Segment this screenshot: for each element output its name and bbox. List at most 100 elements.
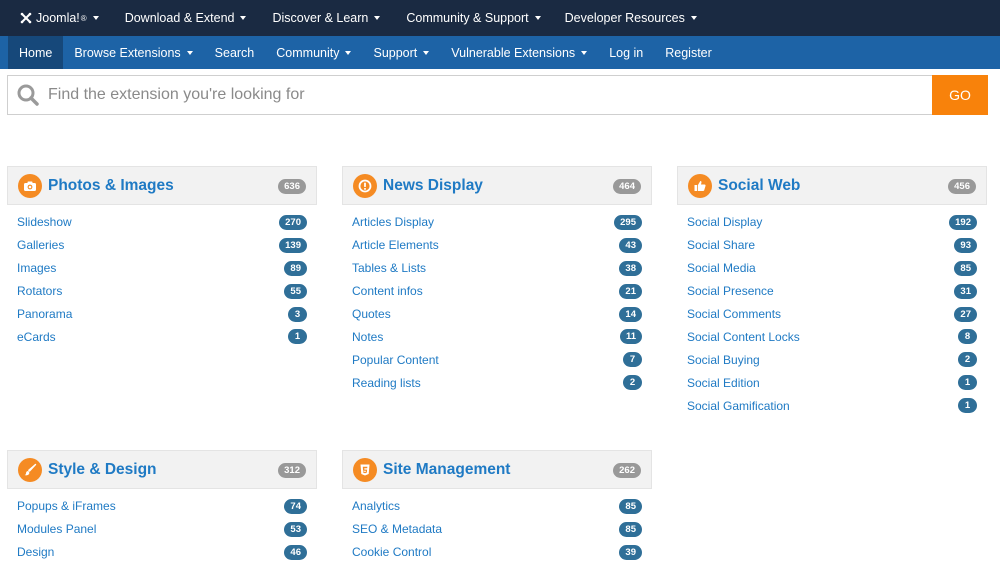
category-title: News Display — [383, 176, 483, 194]
count-badge: 11 — [619, 329, 642, 345]
subcategory-link[interactable]: Social Buying — [687, 353, 760, 367]
list-item: Social Buying 2 — [677, 348, 987, 371]
count-badge: 2 — [958, 352, 977, 368]
subcategory-link[interactable]: Social Edition — [687, 376, 760, 390]
subnav-register[interactable]: Register — [654, 36, 723, 69]
list-item: Modules Panel 53 — [7, 518, 317, 541]
subnav-search[interactable]: Search — [204, 36, 266, 69]
count-badge: 139 — [279, 237, 307, 253]
topnav-download-extend[interactable]: Download & Extend — [115, 0, 257, 36]
topnav-community-support[interactable]: Community & Support — [396, 0, 550, 36]
subcategory-link[interactable]: Content infos — [352, 284, 423, 298]
count-badge: 295 — [614, 214, 642, 230]
subcategory-link[interactable]: Design — [17, 545, 54, 559]
list-item: Popular Content 7 — [342, 348, 652, 371]
subcategory-link[interactable]: Social Comments — [687, 307, 781, 321]
subcategory-link[interactable]: Social Content Locks — [687, 330, 800, 344]
topnav-discover-learn[interactable]: Discover & Learn — [262, 0, 390, 36]
subcategory-link[interactable]: Social Presence — [687, 284, 774, 298]
go-button[interactable]: GO — [932, 75, 988, 115]
chevron-down-icon — [240, 16, 247, 20]
list-item: Social Comments 27 — [677, 303, 987, 326]
joomla-brand-menu[interactable]: Joomla! ® — [0, 0, 113, 36]
subcategory-link[interactable]: Popups & iFrames — [17, 499, 116, 513]
subcategory-link[interactable]: Galleries — [17, 238, 64, 252]
scroll-fade-overlay — [0, 562, 1000, 574]
list-item: Rotators 55 — [7, 280, 317, 303]
subcategory-link[interactable]: Social Share — [687, 238, 755, 252]
subnav-label: Search — [214, 45, 255, 60]
subnav-browse-extensions[interactable]: Browse Extensions — [63, 36, 203, 69]
count-badge: 8 — [958, 329, 977, 345]
count-badge: 270 — [279, 214, 307, 230]
subcategory-link[interactable]: Images — [17, 261, 56, 275]
count-badge: 93 — [954, 237, 977, 253]
count-badge: 85 — [619, 521, 642, 537]
list-item: Social Gamification 1 — [677, 394, 987, 417]
list-item: Social Edition 1 — [677, 371, 987, 394]
subcategory-link[interactable]: Tables & Lists — [352, 261, 426, 275]
category-total-badge: 456 — [948, 179, 976, 194]
subcategory-link[interactable]: Articles Display — [352, 215, 434, 229]
subnav-home[interactable]: Home — [8, 36, 64, 69]
subnav-vulnerable-extensions[interactable]: Vulnerable Extensions — [440, 36, 598, 69]
count-badge: 55 — [284, 283, 307, 299]
list-item: Analytics 85 — [342, 495, 652, 518]
list-item: Tables & Lists 38 — [342, 257, 652, 280]
subcategory-link[interactable]: Popular Content — [352, 353, 439, 367]
list-item: Content infos 21 — [342, 280, 652, 303]
subcategory-list: Popups & iFrames 74 Modules Panel 53 Desig… — [7, 495, 317, 564]
subcategory-list: Slideshow 270 Galleries 139 Images 89 Rotat… — [7, 211, 317, 348]
count-badge: 14 — [619, 306, 642, 322]
exclamation-icon — [353, 173, 377, 198]
category-header[interactable]: News Display 464 — [342, 166, 652, 205]
topnav-developer-resources[interactable]: Developer Resources — [555, 0, 707, 36]
list-item: Cookie Control 39 — [342, 541, 652, 564]
subcategory-link[interactable]: Panorama — [17, 307, 72, 321]
extension-search-bar: GO — [7, 75, 988, 115]
subcategory-link[interactable]: Slideshow — [17, 215, 72, 229]
category-header[interactable]: Site Management 262 — [342, 450, 652, 489]
subcategory-link[interactable]: Notes — [352, 330, 383, 344]
subcategory-link[interactable]: Social Display — [687, 215, 762, 229]
category-title: Photos & Images — [48, 176, 174, 194]
subcategory-link[interactable]: Social Gamification — [687, 399, 790, 413]
subcategory-list: Social Display 192 Social Share 93 Social … — [677, 211, 987, 417]
category-title: Social Web — [718, 176, 801, 194]
sub-navbar: Home Browse Extensions Search Community … — [0, 36, 1000, 69]
list-item: Social Media 85 — [677, 257, 987, 280]
chevron-down-icon — [186, 50, 193, 55]
subcategory-list: Analytics 85 SEO & Metadata 85 Cookie Cont… — [342, 495, 652, 564]
subcategory-link[interactable]: Modules Panel — [17, 522, 96, 536]
chevron-down-icon — [345, 50, 352, 55]
subcategory-link[interactable]: Analytics — [352, 499, 400, 513]
count-badge: 7 — [623, 352, 642, 368]
subcategory-link[interactable]: Quotes — [352, 307, 391, 321]
count-badge: 3 — [288, 306, 307, 322]
subnav-support[interactable]: Support — [362, 36, 440, 69]
subcategory-link[interactable]: Reading lists — [352, 376, 421, 390]
subcategory-link[interactable]: SEO & Metadata — [352, 522, 442, 536]
subcategory-link[interactable]: eCards — [17, 330, 56, 344]
list-item: Slideshow 270 — [7, 211, 317, 234]
subnav-log-in[interactable]: Log in — [598, 36, 654, 69]
list-item: SEO & Metadata 85 — [342, 518, 652, 541]
category-news-display: News Display 464 Articles Display 295 Art… — [342, 166, 652, 394]
category-header[interactable]: Style & Design 312 — [7, 450, 317, 489]
chevron-down-icon — [92, 16, 99, 20]
count-badge: 38 — [619, 260, 642, 276]
search-input[interactable] — [48, 76, 932, 114]
category-header[interactable]: Social Web 456 — [677, 166, 987, 205]
thumbs-up-icon — [688, 173, 712, 198]
subcategory-link[interactable]: Social Media — [687, 261, 756, 275]
subcategory-link[interactable]: Cookie Control — [352, 545, 431, 559]
category-total-badge: 464 — [613, 179, 641, 194]
subnav-community[interactable]: Community — [265, 36, 362, 69]
paintbrush-icon — [18, 457, 42, 482]
subcategory-link[interactable]: Rotators — [17, 284, 62, 298]
category-social-web: Social Web 456 Social Display 192 Social … — [677, 166, 987, 417]
html5-icon — [353, 457, 377, 482]
category-header[interactable]: Photos & Images 636 — [7, 166, 317, 205]
chevron-down-icon — [374, 16, 381, 20]
subcategory-link[interactable]: Article Elements — [352, 238, 439, 252]
